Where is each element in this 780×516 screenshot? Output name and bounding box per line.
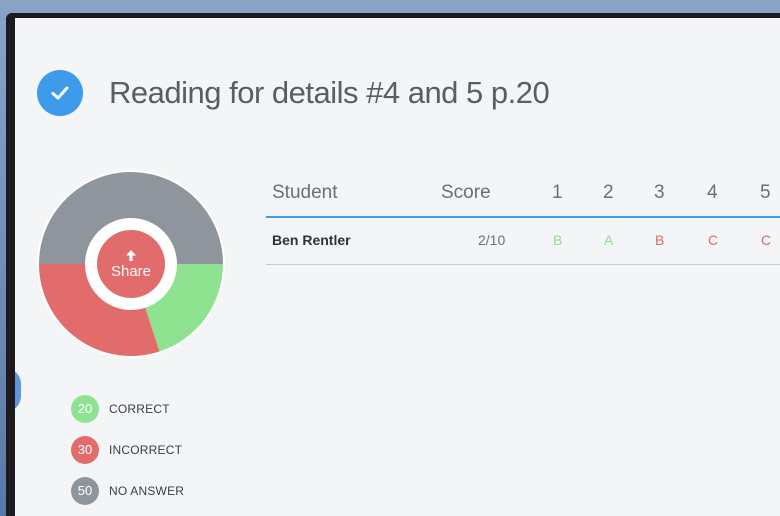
results-legend: 20 CORRECT 30 INCORRECT 50 NO ANSWER [71, 388, 184, 511]
student-name[interactable]: Ben Rentler [272, 232, 351, 248]
answer-q2: A [604, 232, 614, 248]
upload-arrow-icon [126, 249, 136, 261]
student-score: 2/10 [478, 232, 506, 248]
header-score[interactable]: Score [441, 182, 491, 204]
app-screen: Reading for details #4 and 5 p.20 Share … [15, 18, 780, 516]
legend-count-incorrect: 30 [71, 435, 99, 464]
header-question-5[interactable]: 5 [760, 182, 771, 204]
table-row[interactable]: Ben Rentler 2/10 B A B C C [266, 218, 780, 265]
title-row: Reading for details #4 and 5 p.20 [37, 70, 550, 116]
results-table: Student Score 1 2 3 4 5 Ben Rentler 2/10… [266, 178, 780, 265]
legend-count-correct: 20 [71, 394, 99, 423]
edge-handle [15, 368, 21, 412]
answer-q1: B [553, 232, 563, 248]
legend-label-no-answer: NO ANSWER [109, 483, 185, 498]
legend-label-incorrect: INCORRECT [109, 442, 183, 457]
legend-label-correct: CORRECT [109, 401, 170, 416]
legend-item-correct: 20 CORRECT [71, 388, 184, 429]
header-question-2[interactable]: 2 [603, 182, 614, 204]
check-icon [37, 70, 83, 116]
answer-q5: C [761, 232, 772, 248]
page-title: Reading for details #4 and 5 p.20 [109, 75, 550, 110]
header-student[interactable]: Student [272, 182, 338, 204]
table-header: Student Score 1 2 3 4 5 [266, 178, 780, 218]
legend-item-no-answer: 50 NO ANSWER [71, 470, 184, 511]
header-question-4[interactable]: 4 [707, 182, 718, 204]
results-donut-chart: Share [35, 168, 227, 360]
legend-item-incorrect: 30 INCORRECT [71, 429, 184, 470]
share-button[interactable]: Share [106, 239, 156, 289]
header-question-3[interactable]: 3 [654, 182, 665, 204]
answer-q4: C [708, 232, 719, 248]
header-question-1[interactable]: 1 [552, 182, 563, 204]
answer-q3: B [655, 232, 665, 248]
background-frame: Reading for details #4 and 5 p.20 Share … [0, 0, 780, 516]
legend-count-no-answer: 50 [71, 476, 99, 505]
share-label: Share [110, 262, 152, 280]
